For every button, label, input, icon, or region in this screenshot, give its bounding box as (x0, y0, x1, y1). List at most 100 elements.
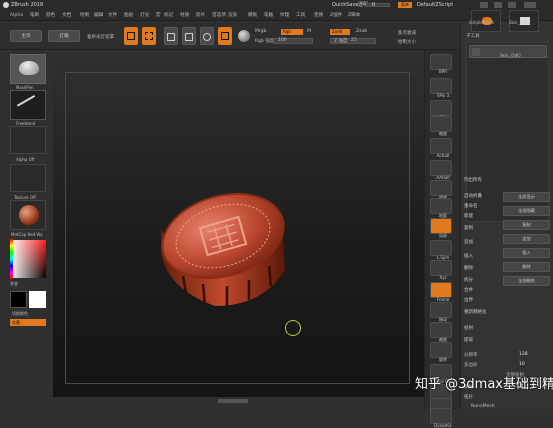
close-icon[interactable] (524, 2, 536, 8)
bottom-arrow-icon[interactable] (218, 399, 248, 403)
focal-shift-label[interactable]: 焦点衰减 (398, 30, 416, 36)
menu-button[interactable]: 菜单 (398, 2, 412, 8)
subtool-header[interactable]: 子工具 (466, 33, 480, 39)
alternate-button[interactable]: 交替 (10, 319, 46, 326)
panel-action-button[interactable]: 追加 (503, 234, 550, 244)
color-picker[interactable] (10, 239, 46, 279)
z-intensity-slider[interactable]: Z 强度 25 (330, 38, 376, 44)
shelf-button[interactable] (430, 100, 452, 116)
minimize-icon[interactable] (480, 2, 488, 8)
default-script-button[interactable]: DefaultZScript (417, 0, 453, 10)
shelf-button[interactable] (430, 218, 452, 234)
home-button[interactable]: 主页 (10, 30, 42, 42)
menu-item[interactable]: 图层 (124, 10, 133, 21)
menu-item[interactable]: Z脚本 (348, 10, 360, 21)
menu-item[interactable]: 工具 (296, 10, 305, 21)
shelf-button[interactable] (430, 78, 452, 94)
menu-item[interactable]: Alpha (10, 10, 23, 21)
canvas-viewport[interactable] (53, 60, 424, 403)
resolution-value[interactable]: 128 (519, 352, 528, 357)
preview-label[interactable]: 复杂光灯遮罩 (87, 34, 114, 40)
move-button[interactable] (164, 27, 178, 45)
shelf-button[interactable] (430, 160, 452, 176)
polish-label[interactable]: 多边形 (464, 362, 478, 368)
lightbox-button[interactable]: 灯箱 (48, 30, 80, 42)
secondary-color-swatch[interactable] (29, 291, 46, 308)
panel-action-button[interactable]: 复制 (503, 220, 550, 230)
shelf-button[interactable] (430, 342, 452, 358)
menu-item[interactable]: 灯光 (140, 10, 149, 21)
panel-row-label[interactable]: 合并 (464, 286, 550, 295)
zsub-button[interactable]: Zsub (356, 29, 367, 34)
resolution-label[interactable]: 分辨率 (464, 352, 478, 358)
shelf-button[interactable] (430, 180, 452, 196)
draw-size-label[interactable]: 绘制大小 (398, 39, 416, 45)
edit-button[interactable] (124, 27, 138, 45)
panel-action-button[interactable]: 全部删除 (503, 276, 550, 286)
menu-item[interactable]: 编辑 (94, 10, 103, 21)
texture-thumbnail[interactable] (10, 164, 46, 192)
menu-item[interactable]: 文件 (108, 10, 117, 21)
restore-icon[interactable] (494, 2, 502, 8)
menu-item[interactable]: 变换 (314, 10, 323, 21)
topology-section-label[interactable]: 拓扑 (464, 394, 473, 400)
menu-item[interactable]: 模板 (248, 10, 257, 21)
subtool-item[interactable]: Skin_月饼2 (469, 45, 547, 58)
menu-item[interactable]: 材质 (180, 10, 189, 21)
scale-button[interactable] (182, 27, 196, 45)
menu-item[interactable]: 笔触 (264, 10, 273, 21)
menu-item[interactable]: 影片 (196, 10, 205, 21)
zadd-button[interactable]: Zadd (330, 29, 350, 35)
shelf-button[interactable] (430, 240, 452, 256)
brush-thumbnail[interactable] (10, 54, 46, 84)
shelf-button[interactable] (430, 198, 452, 214)
menu-item[interactable]: 标记 (164, 10, 173, 21)
menu-item[interactable]: 渲染 (228, 10, 237, 21)
menu-item[interactable]: 纹理 (280, 10, 289, 21)
panel-action-button[interactable]: 插入 (503, 248, 550, 258)
material-thumbnail[interactable] (10, 200, 46, 230)
maximize-icon[interactable] (508, 2, 516, 8)
panel-row-label[interactable]: 边界 (464, 296, 550, 305)
shelf-button[interactable] (430, 138, 452, 154)
alpha-thumbnail[interactable] (10, 126, 46, 154)
hue-strip[interactable] (10, 239, 13, 279)
mooncake-model[interactable] (153, 188, 293, 318)
sphere-icon[interactable] (238, 30, 250, 42)
rgb-intensity-slider[interactable]: 100 (273, 38, 313, 44)
menu-item[interactable]: 笔刷 (30, 10, 39, 21)
switch-color-button[interactable]: 切换颜色 (12, 311, 28, 317)
menu-item[interactable]: 首选项 (212, 10, 226, 21)
draw-button[interactable] (142, 27, 156, 45)
m-label[interactable]: M (307, 29, 311, 34)
stroke-thumbnail[interactable] (10, 90, 46, 120)
rotate-button[interactable] (200, 27, 214, 45)
panel-action-button[interactable]: 全部显示 (503, 192, 550, 202)
menu-item[interactable]: 宏 (156, 10, 161, 21)
shelf-button[interactable] (430, 116, 452, 132)
menu-item[interactable]: Z插件 (330, 10, 342, 21)
panel-action-button[interactable]: 删除 (503, 262, 550, 272)
shelf-button[interactable] (430, 282, 452, 298)
shelf-button[interactable] (430, 54, 452, 70)
panel-row-label[interactable]: 投射 (464, 324, 550, 333)
menu-item[interactable]: 颜色 (46, 10, 55, 21)
panel-action-button[interactable]: 全部隐藏 (503, 206, 550, 216)
polish-value[interactable]: 10 (519, 362, 525, 367)
shelf-button[interactable] (430, 302, 452, 318)
shelf-button[interactable] (430, 322, 452, 338)
window-controls[interactable] (470, 0, 550, 10)
rgb-button[interactable]: Rgb (281, 29, 303, 35)
mrgb-label[interactable]: Mrgb (255, 29, 266, 34)
polyframe-button[interactable] (218, 27, 232, 45)
nanomesh-label[interactable]: NanoMesh (471, 404, 495, 409)
quicksave-button[interactable]: QuickSave (332, 0, 358, 10)
panel-row-label[interactable]: 列出所有 (464, 176, 550, 185)
panel-row-label[interactable]: 提取 (464, 336, 550, 345)
transparent-slider[interactable] (366, 3, 390, 7)
main-color-swatch[interactable] (10, 291, 27, 308)
menu-item[interactable]: 文档 (62, 10, 71, 21)
shelf-button[interactable] (430, 408, 452, 424)
menu-item[interactable]: 绘制 (80, 10, 89, 21)
panel-row-label[interactable]: 重新网格化 (464, 308, 550, 317)
